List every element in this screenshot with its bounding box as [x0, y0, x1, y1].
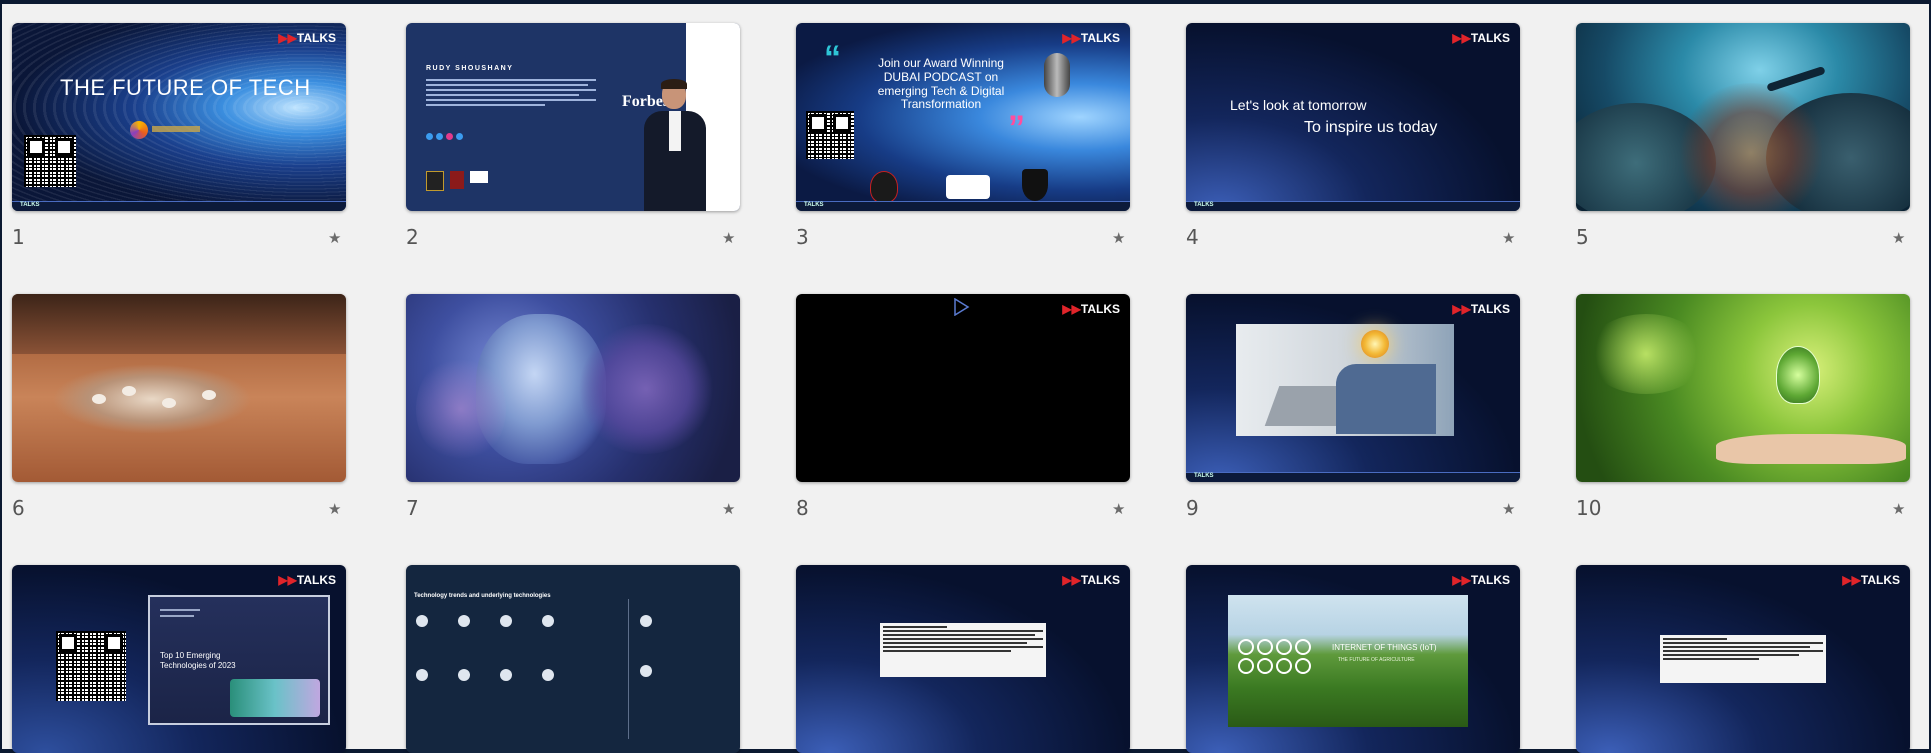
slide-photo [1236, 324, 1454, 436]
slide-number: 6 [12, 496, 25, 520]
slide-sorter: THE FUTURE OF TECH ▶▶TALKS TALKS 1 ★ RUD… [0, 0, 1931, 753]
talks-logo: ▶▶TALKS [1842, 573, 1900, 587]
slide-footer: TALKS [12, 201, 346, 211]
iot-heading: INTERNET OF THINGS (IoT) [1332, 643, 1437, 652]
slide-number: 7 [406, 496, 419, 520]
slide-number: 8 [796, 496, 809, 520]
text-box [880, 623, 1046, 677]
lightbulb [1776, 346, 1820, 404]
microphone [1044, 53, 1070, 97]
slide-title: THE FUTURE OF TECH [60, 75, 311, 100]
speaker-photo [644, 79, 706, 211]
talks-logo: ▶▶TALKS [1452, 31, 1510, 45]
slide-thumbnail[interactable]: THE FUTURE OF TECH ▶▶TALKS TALKS [12, 23, 346, 211]
talks-logo: ▶▶TALKS [278, 573, 336, 587]
report-card: Top 10 Emerging Technologies of 2023 [148, 595, 330, 725]
talks-logo: ▶▶TALKS [278, 31, 336, 45]
slide-thumbnail[interactable]: ▶▶TALKS [796, 565, 1130, 753]
slide-thumbnail[interactable]: Let's look at tomorrow To inspire us tod… [1186, 23, 1520, 211]
star-icon[interactable]: ★ [722, 229, 735, 247]
talks-logo: ▶▶TALKS [1452, 573, 1510, 587]
slide-thumbnail[interactable]: ▶▶TALKS TALKS [1186, 294, 1520, 482]
qr-code [806, 111, 854, 159]
slide-number: 3 [796, 225, 809, 249]
slide-number: 2 [406, 225, 419, 249]
slide-thumbnail[interactable]: Technology trends and underlying technol… [406, 565, 740, 753]
slide-number: 1 [12, 225, 25, 249]
report-title: Top 10 Emerging Technologies of 2023 [160, 651, 236, 670]
iot-subheading: THE FUTURE OF AGRICULTURE [1338, 657, 1415, 663]
slide-footer: TALKS [1186, 472, 1520, 482]
text-box [1660, 635, 1826, 683]
slide-heading: Technology trends and underlying technol… [414, 593, 551, 599]
star-icon[interactable]: ★ [1112, 500, 1125, 518]
qr-code [24, 135, 76, 187]
speaker-name: RUDY SHOUSHANY [426, 65, 514, 72]
slide-thumbnail[interactable]: INTERNET OF THINGS (IoT) THE FUTURE OF A… [1186, 565, 1520, 753]
slide-footer: TALKS [1186, 201, 1520, 211]
slide-thumbnail[interactable]: Top 10 Emerging Technologies of 2023 ▶▶T… [12, 565, 346, 753]
play-outline [954, 298, 970, 316]
slide-thumbnail[interactable]: ▶▶TALKS [796, 294, 1130, 482]
slide-line-2: To inspire us today [1304, 119, 1438, 136]
slide-number: 5 [1576, 225, 1589, 249]
star-icon[interactable]: ★ [1112, 229, 1125, 247]
slide-footer: TALKS [796, 201, 1130, 211]
slide-number: 10 [1576, 496, 1602, 520]
slide-grid: THE FUTURE OF TECH ▶▶TALKS TALKS 1 ★ RUD… [2, 4, 1929, 753]
talks-logo: ▶▶TALKS [1452, 302, 1510, 316]
partner-logo [130, 121, 148, 139]
slide-thumbnail[interactable]: RUDY SHOUSHANY Forbes [406, 23, 740, 211]
slide-line-1: Let's look at tomorrow [1230, 97, 1367, 113]
slide-thumbnail[interactable]: ▶▶TALKS [1576, 565, 1910, 753]
qr-code [56, 631, 126, 701]
slide-number: 9 [1186, 496, 1199, 520]
talks-logo: ▶▶TALKS [1062, 573, 1120, 587]
star-icon[interactable]: ★ [1892, 229, 1905, 247]
star-icon[interactable]: ★ [722, 500, 735, 518]
slide-thumbnail[interactable] [1576, 294, 1910, 482]
talks-logo: ▶▶TALKS [1062, 302, 1120, 316]
star-icon[interactable]: ★ [328, 229, 341, 247]
slide-thumbnail[interactable] [1576, 23, 1910, 211]
star-icon[interactable]: ★ [328, 500, 341, 518]
star-icon[interactable]: ★ [1892, 500, 1905, 518]
slide-thumbnail[interactable] [406, 294, 740, 482]
slide-thumbnail[interactable]: “ ” Join our Award Winning DUBAI PODCAST… [796, 23, 1130, 211]
slide-number: 4 [1186, 225, 1199, 249]
iot-image: INTERNET OF THINGS (IoT) THE FUTURE OF A… [1228, 595, 1468, 727]
social-icons [426, 133, 463, 140]
star-icon[interactable]: ★ [1502, 229, 1515, 247]
slide-thumbnail[interactable] [12, 294, 346, 482]
talks-logo: ▶▶TALKS [1062, 31, 1120, 45]
star-icon[interactable]: ★ [1502, 500, 1515, 518]
podcast-headline: Join our Award Winning DUBAI PODCAST on … [877, 56, 1005, 112]
